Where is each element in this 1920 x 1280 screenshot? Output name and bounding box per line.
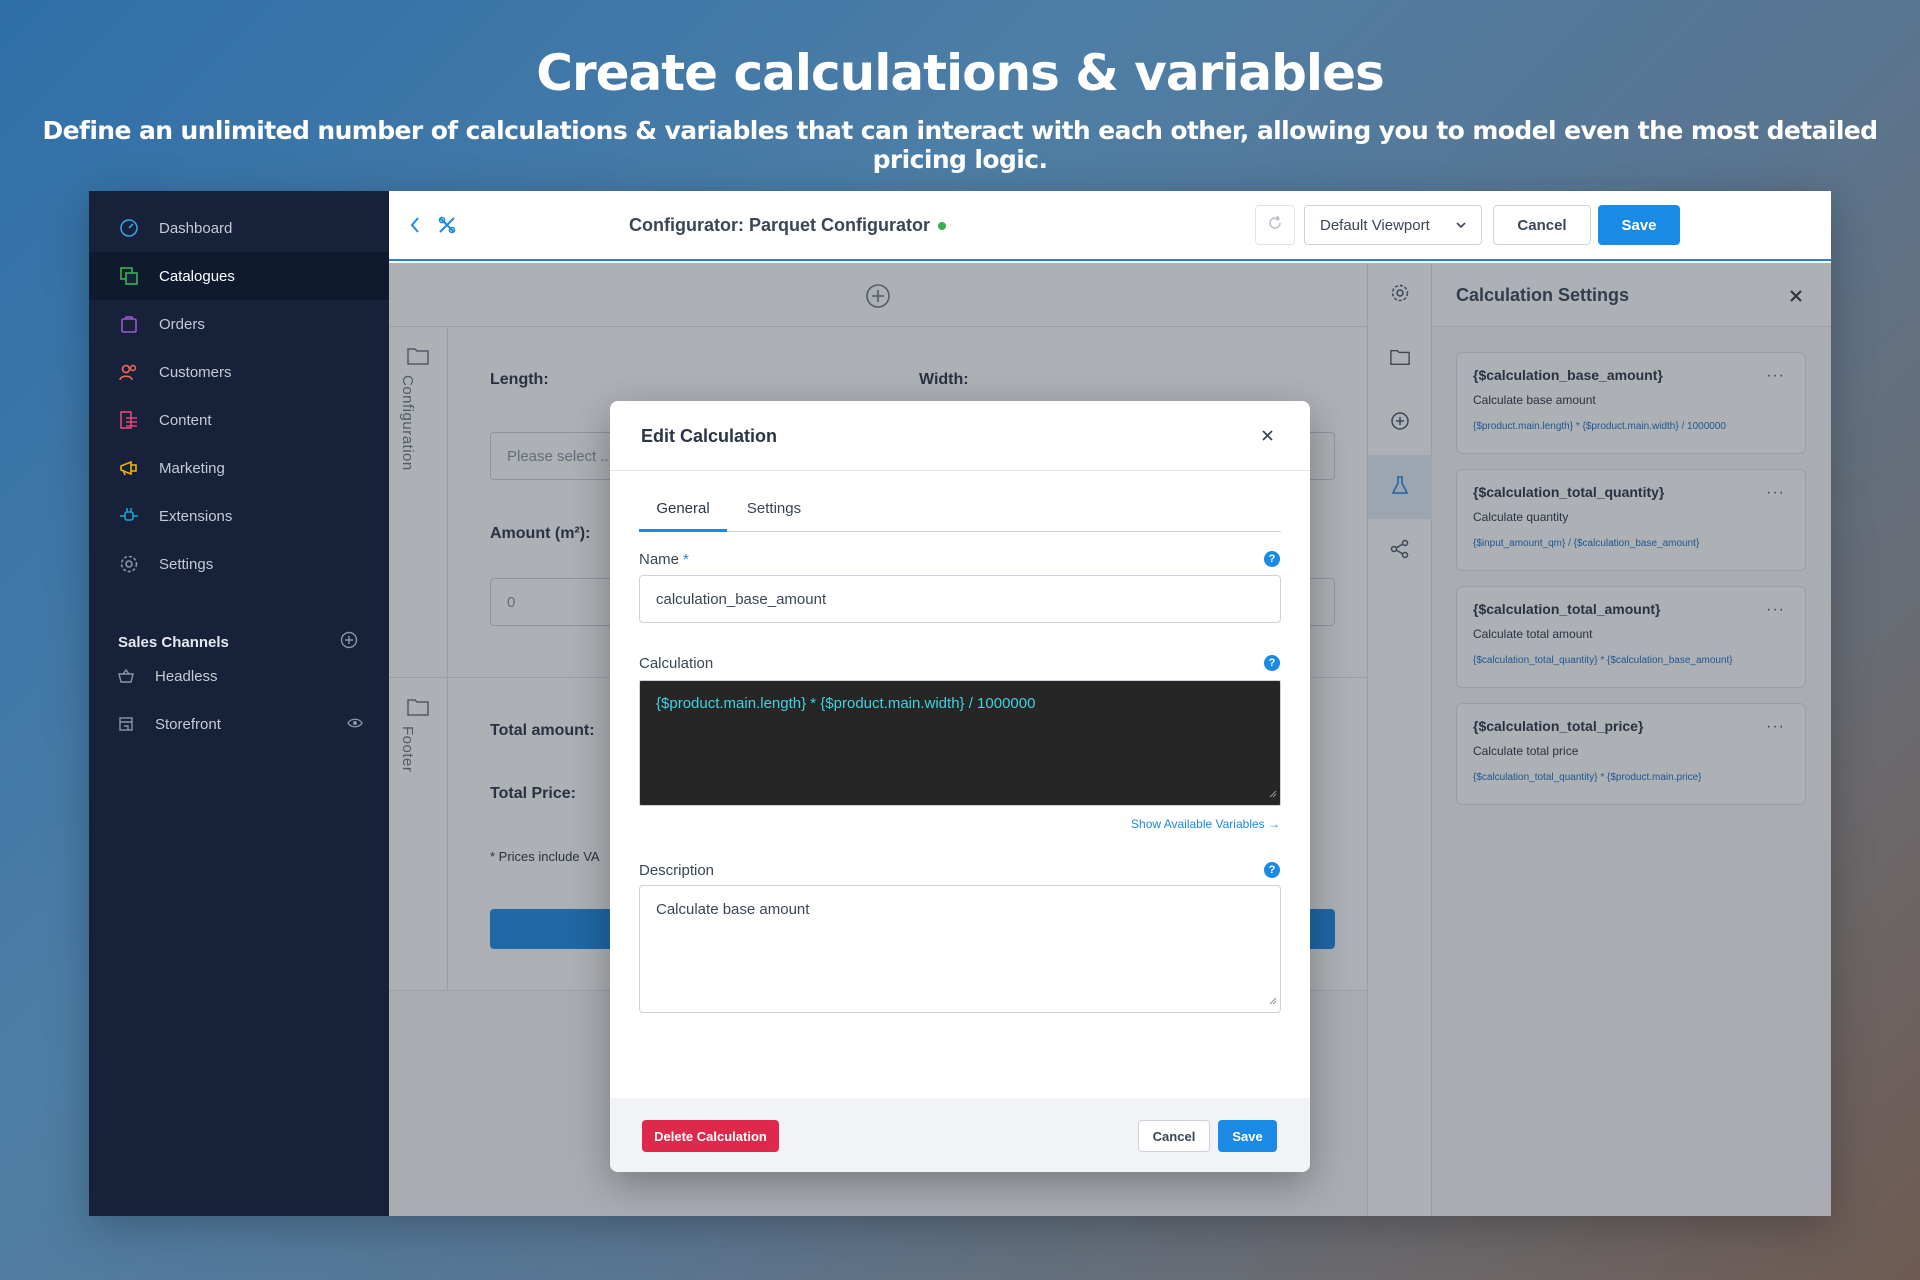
gear-icon xyxy=(118,553,140,575)
sidebar-item-label: Dashboard xyxy=(159,219,233,237)
sidebar-item-settings[interactable]: Settings xyxy=(89,540,389,588)
back-chevron-icon[interactable] xyxy=(409,216,421,239)
hero-title: Create calculations & variables xyxy=(536,44,1385,102)
online-status-dot xyxy=(937,222,946,231)
sidebar-item-orders[interactable]: Orders xyxy=(89,300,389,348)
modal-footer: Delete Calculation Cancel Save xyxy=(610,1098,1310,1172)
cancel-button[interactable]: Cancel xyxy=(1493,205,1591,245)
calculation-code: {$product.main.length} * {$product.main.… xyxy=(656,695,1036,712)
description-textarea[interactable]: Calculate base amount xyxy=(639,885,1281,1013)
edit-calculation-modal: Edit Calculation General Settings Name * … xyxy=(610,401,1310,1172)
sidebar-item-extensions[interactable]: Extensions xyxy=(89,492,389,540)
sidebar-item-catalogues[interactable]: Catalogues xyxy=(89,252,389,300)
sales-channel-label: Storefront xyxy=(155,715,221,733)
sidebar-item-label: Catalogues xyxy=(159,267,235,285)
topbar: Configurator: Parquet Configurator Defau… xyxy=(389,191,1831,261)
modal-header: Edit Calculation xyxy=(610,401,1310,471)
sidebar-item-customers[interactable]: Customers xyxy=(89,348,389,396)
sidebar-item-label: Content xyxy=(159,411,212,429)
chevron-down-icon xyxy=(1455,218,1467,235)
help-icon[interactable]: ? xyxy=(1264,551,1280,567)
show-available-variables-link[interactable]: Show Available Variables → xyxy=(1131,817,1280,831)
add-sales-channel-icon[interactable] xyxy=(340,631,358,653)
tab-settings[interactable]: Settings xyxy=(739,500,809,532)
help-icon[interactable]: ? xyxy=(1264,862,1280,878)
description-label: Description xyxy=(639,862,715,879)
refresh-icon xyxy=(1267,215,1283,235)
sales-channels-title: Sales Channels xyxy=(118,633,229,651)
sidebar-item-label: Orders xyxy=(159,315,205,333)
viewport-select-value: Default Viewport xyxy=(1320,216,1430,234)
tools-icon[interactable] xyxy=(437,215,457,240)
description-value: Calculate base amount xyxy=(656,901,810,918)
sidebar-item-dashboard[interactable]: Dashboard xyxy=(89,204,389,252)
viewport-select[interactable]: Default Viewport xyxy=(1304,205,1482,245)
sidebar-item-label: Customers xyxy=(159,363,232,381)
plug-icon xyxy=(118,505,140,527)
users-icon xyxy=(118,361,140,383)
bag-icon xyxy=(118,313,140,335)
required-mark: * xyxy=(683,551,689,568)
name-input[interactable]: calculation_base_amount xyxy=(639,575,1281,623)
sidebar-item-marketing[interactable]: Marketing xyxy=(89,444,389,492)
storefront-icon xyxy=(118,716,136,732)
layers-icon xyxy=(118,265,140,287)
sidebar-item-label: Settings xyxy=(159,555,214,573)
sidebar-item-label: Marketing xyxy=(159,459,225,477)
gauge-icon xyxy=(118,217,140,239)
modal-tabs: General Settings xyxy=(639,500,1281,532)
page-title: Configurator: Parquet Configurator xyxy=(629,215,946,236)
modal-save-button[interactable]: Save xyxy=(1218,1120,1277,1152)
sales-channel-storefront[interactable]: Storefront xyxy=(118,709,363,739)
name-label-text: Name xyxy=(639,551,680,568)
save-button[interactable]: Save xyxy=(1598,205,1680,245)
tab-general[interactable]: General xyxy=(639,500,727,532)
resize-grip-icon[interactable] xyxy=(1269,785,1277,802)
sales-channel-label: Headless xyxy=(155,667,218,685)
basket-icon xyxy=(118,668,136,684)
help-icon[interactable]: ? xyxy=(1264,655,1280,671)
modal-title: Edit Calculation xyxy=(641,426,778,446)
page-title-text: Configurator: Parquet Configurator xyxy=(629,215,930,235)
sales-channel-headless[interactable]: Headless xyxy=(118,661,363,691)
refresh-button[interactable] xyxy=(1255,205,1295,245)
resize-grip-icon[interactable] xyxy=(1269,992,1277,1009)
calculation-code-editor[interactable]: {$product.main.length} * {$product.main.… xyxy=(639,680,1281,806)
modal-cancel-button[interactable]: Cancel xyxy=(1138,1120,1210,1152)
content-icon xyxy=(118,409,140,431)
sidebar-item-label: Extensions xyxy=(159,507,233,525)
calculation-label: Calculation xyxy=(639,655,714,672)
sales-channels-header: Sales Channels xyxy=(118,631,358,653)
sidebar: Dashboard Catalogues Orders Customers Co… xyxy=(89,191,389,1216)
sidebar-item-content[interactable]: Content xyxy=(89,396,389,444)
megaphone-icon xyxy=(118,457,140,479)
name-input-value: calculation_base_amount xyxy=(656,590,827,608)
eye-icon[interactable] xyxy=(347,716,363,733)
delete-calculation-button[interactable]: Delete Calculation xyxy=(642,1120,779,1152)
name-label: Name * xyxy=(639,551,689,568)
hero-subtitle: Define an unlimited number of calculatio… xyxy=(42,116,1879,174)
close-icon[interactable] xyxy=(1261,429,1274,447)
